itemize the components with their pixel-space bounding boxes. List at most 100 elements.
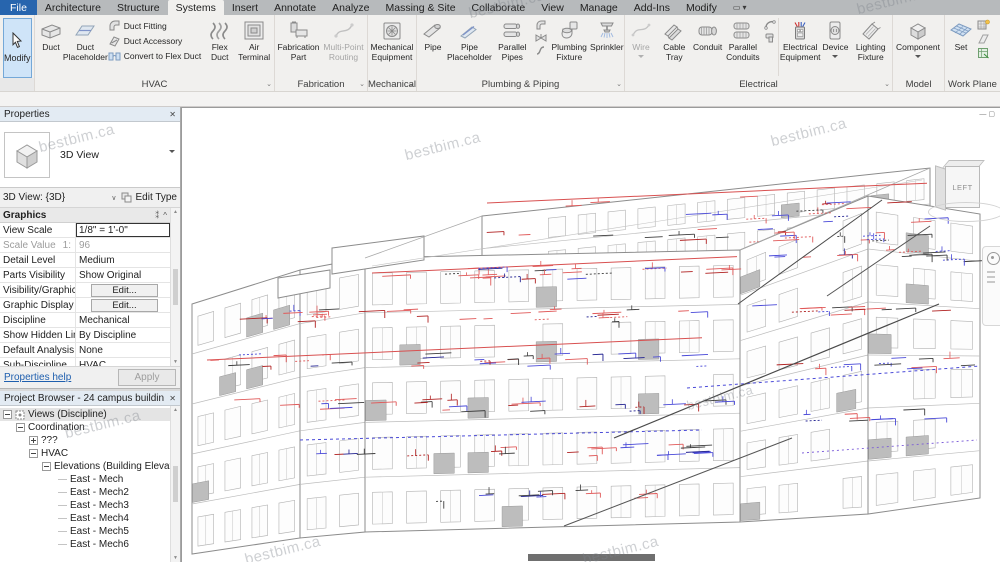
project-browser-header[interactable]: Project Browser - 24 campus building D_P… [0,391,180,406]
properties-help-link[interactable]: Properties help [4,372,71,383]
drawing-area[interactable]: —▢ LEFT [181,107,1000,562]
convert-to-flex-duct-button[interactable]: Convert to Flex Duct [108,50,201,62]
electrical-equipment-button[interactable]: Electrical Equipment [780,16,821,78]
type-selector[interactable]: 3D View [0,122,180,188]
flex-pipe-button[interactable] [535,45,547,56]
device-button[interactable]: Device [820,16,850,78]
tab-collaborate[interactable]: Collaborate [464,0,534,15]
navigation-bar-tools[interactable] [987,271,1000,283]
tab-add-ins[interactable]: Add-Ins [626,0,678,15]
parallel-conduits-button[interactable]: Parallel Conduits [723,16,764,78]
view-cube-compass-ring[interactable] [928,202,1000,222]
scroll-down-icon[interactable]: ▼ [173,359,178,365]
set-work-plane-button[interactable]: Set [946,16,976,78]
pipe-accessory-button[interactable] [535,32,547,43]
discipline-value[interactable]: Mechanical [75,313,170,327]
sub-discipline-value[interactable]: HVAC [75,358,170,366]
scroll-up-icon[interactable]: ▲ [173,407,178,413]
graphic-display-edit-button[interactable]: Edit... [90,298,159,312]
tree-item-east-mech[interactable]: East - Mech [0,473,170,486]
collapse-expander-icon[interactable] [3,410,12,419]
tree-item-east-mech4[interactable]: East - Mech4 [0,512,170,525]
viewer-button[interactable] [977,47,990,59]
tree-item-hvac[interactable]: HVAC [0,447,170,460]
parts-visibility-value[interactable]: Show Original [75,268,170,282]
scroll-up-icon[interactable]: ▲ [173,209,178,215]
scrollbar-thumb[interactable] [173,466,178,502]
plumbing-panel-launcher-icon[interactable]: ⌄ [616,81,622,88]
electrical-panel-launcher-icon[interactable]: ⌄ [884,81,890,88]
tab-massing-site[interactable]: Massing & Site [378,0,464,15]
close-icon[interactable]: ✕ [169,394,176,403]
view-window-buttons[interactable]: —▢ [979,110,997,118]
tree-item-east-mech5[interactable]: East - Mech5 [0,525,170,538]
tab-view[interactable]: View [533,0,572,15]
collapse-expander-icon[interactable] [42,462,51,471]
tab-analyze[interactable]: Analyze [324,0,377,15]
tab-structure[interactable]: Structure [109,0,168,15]
duct-fitting-button[interactable]: Duct Fitting [108,20,201,32]
tree-item-coordination[interactable]: Coordination [0,421,170,434]
detail-level-value[interactable]: Medium [75,253,170,267]
edit-type-button[interactable]: Edit Type [121,192,177,203]
plumbing-fixture-button[interactable]: Plumbing Fixture [548,16,591,78]
close-icon[interactable]: ✕ [169,110,176,119]
ribbon-display-toggle[interactable]: ▭ ▾ [733,0,747,15]
browser-scrollbar[interactable]: ▲ ▼ [170,406,180,562]
cable-tray-button[interactable]: Cable Tray [656,16,693,78]
duct-button[interactable]: Duct [36,16,66,78]
conduit-body-button[interactable] [764,32,776,43]
pipe-button[interactable]: Pipe [418,16,448,78]
tree-item-views[interactable]: Views (Discipline) [0,408,170,421]
air-terminal-button[interactable]: Air Terminal [235,16,273,78]
conduit-button[interactable]: Conduit [693,16,723,78]
restore-icon[interactable]: ▢ [988,111,997,118]
view-selector[interactable]: 3D View: {3D} ∨ [3,192,118,203]
visibility-graphics-edit-button[interactable]: Edit... [90,283,159,297]
duct-placeholder-button[interactable]: Duct Placeholder [63,16,108,78]
navigation-bar[interactable] [982,246,1000,326]
conduit-fitting-button[interactable] [764,19,776,30]
parallel-pipes-button[interactable]: Parallel Pipes [491,16,534,78]
chevron-down-icon[interactable] [169,150,175,153]
default-analysis-value[interactable]: None [75,343,170,357]
tab-systems[interactable]: Systems [167,0,224,15]
pipe-placeholder-button[interactable]: Pipe Placeholder [447,16,492,78]
fabrication-part-button[interactable]: Fabrication Part [276,16,321,78]
section-graphics[interactable]: Graphics ⁑ ^ [0,208,170,223]
3d-model-view[interactable] [182,108,1000,562]
navigation-wheel-icon[interactable] [987,252,1000,265]
collapse-expander-icon[interactable] [16,423,25,432]
show-hidden-lines-value[interactable]: By Discipline [75,328,170,342]
mechanical-panel-launcher-icon[interactable]: ⌄ [408,81,414,88]
tree-item-east-mech3[interactable]: East - Mech3 [0,499,170,512]
tab-architecture[interactable]: Architecture [37,0,109,15]
expand-expander-icon[interactable] [29,436,38,445]
tab-annotate[interactable]: Annotate [266,0,324,15]
flex-duct-button[interactable]: Flex Duct [204,16,235,78]
apply-button[interactable]: Apply [118,369,176,386]
tab-insert[interactable]: Insert [224,0,266,15]
hvac-panel-launcher-icon[interactable]: ⌄ [266,81,272,88]
duct-accessory-button[interactable]: Duct Accessory [108,35,201,47]
tab-file[interactable]: File [0,0,37,15]
lighting-fixture-button[interactable]: Lighting Fixture [850,16,891,78]
collapse-expander-icon[interactable] [29,449,38,458]
tree-item-east-mech6[interactable]: East - Mech6 [0,538,170,551]
tree-item-elevations[interactable]: Elevations (Building Elevation [0,460,170,473]
tab-modify[interactable]: Modify [678,0,725,15]
tree-item-unknown[interactable]: ??? [0,434,170,447]
mechanical-equipment-button[interactable]: Mechanical Equipment [369,16,415,78]
pipe-fitting-button[interactable] [535,19,547,30]
tab-manage[interactable]: Manage [572,0,626,15]
view-cube[interactable]: LEFT [928,158,1000,236]
component-button[interactable]: Component [894,16,942,78]
fabrication-panel-launcher-icon[interactable]: ⌄ [359,81,365,88]
sprinkler-button[interactable]: Sprinkler [590,16,624,78]
show-work-plane-button[interactable] [977,19,990,31]
scroll-down-icon[interactable]: ▼ [173,555,178,561]
modify-button[interactable]: Modify [3,18,32,78]
ref-plane-button[interactable] [977,33,990,45]
collapse-icon[interactable]: ^ [163,211,167,220]
properties-scrollbar[interactable]: ▲ ▼ [170,208,180,366]
